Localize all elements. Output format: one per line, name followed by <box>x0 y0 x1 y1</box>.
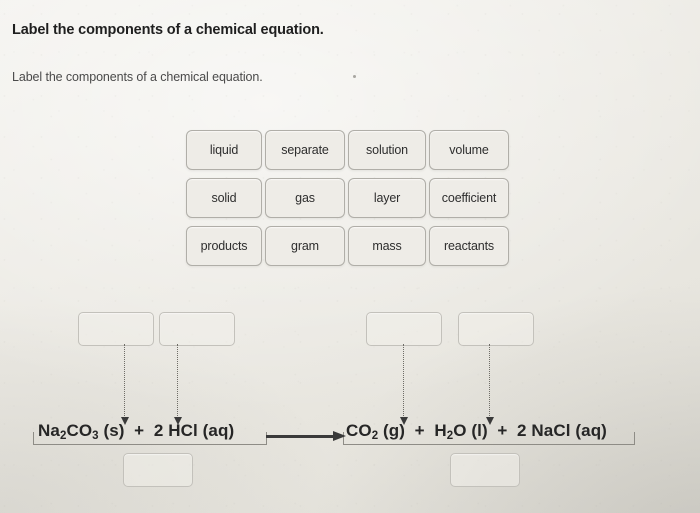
word-bank: liquid separate solution volume solid ga… <box>186 130 509 266</box>
drop-box-reactant-state-2[interactable] <box>159 312 235 346</box>
drop-box-reactant-state-1[interactable] <box>78 312 154 346</box>
word-tile-liquid[interactable]: liquid <box>186 130 262 170</box>
connector-arrow-reactant-1 <box>120 344 129 425</box>
word-tile-reactants[interactable]: reactants <box>429 226 509 266</box>
word-tile-volume[interactable]: volume <box>429 130 509 170</box>
reaction-arrow-icon <box>266 431 346 441</box>
scan-speck-artifact <box>353 75 356 78</box>
question-prompt: Label the components of a chemical equat… <box>12 70 263 84</box>
word-tile-solid[interactable]: solid <box>186 178 262 218</box>
drop-box-product-state-2[interactable] <box>458 312 534 346</box>
word-tile-solution[interactable]: solution <box>348 130 426 170</box>
drop-box-reactants-group[interactable] <box>123 453 193 487</box>
underbrace-reactants <box>33 432 267 445</box>
connector-arrow-product-1 <box>399 344 408 425</box>
connector-arrow-reactant-2 <box>173 344 182 425</box>
reaction-arrow-head <box>333 431 346 441</box>
word-tile-gram[interactable]: gram <box>265 226 345 266</box>
word-tile-separate[interactable]: separate <box>265 130 345 170</box>
word-tile-products[interactable]: products <box>186 226 262 266</box>
page-title: Label the components of a chemical equat… <box>12 22 324 38</box>
word-tile-layer[interactable]: layer <box>348 178 426 218</box>
connector-arrow-product-2 <box>485 344 494 425</box>
reaction-arrow-shaft <box>266 435 334 438</box>
drop-box-products-group[interactable] <box>450 453 520 487</box>
drop-box-product-state-1[interactable] <box>366 312 442 346</box>
underbrace-products <box>343 432 635 445</box>
word-tile-gas[interactable]: gas <box>265 178 345 218</box>
word-tile-mass[interactable]: mass <box>348 226 426 266</box>
word-tile-coefficient[interactable]: coefficient <box>429 178 509 218</box>
